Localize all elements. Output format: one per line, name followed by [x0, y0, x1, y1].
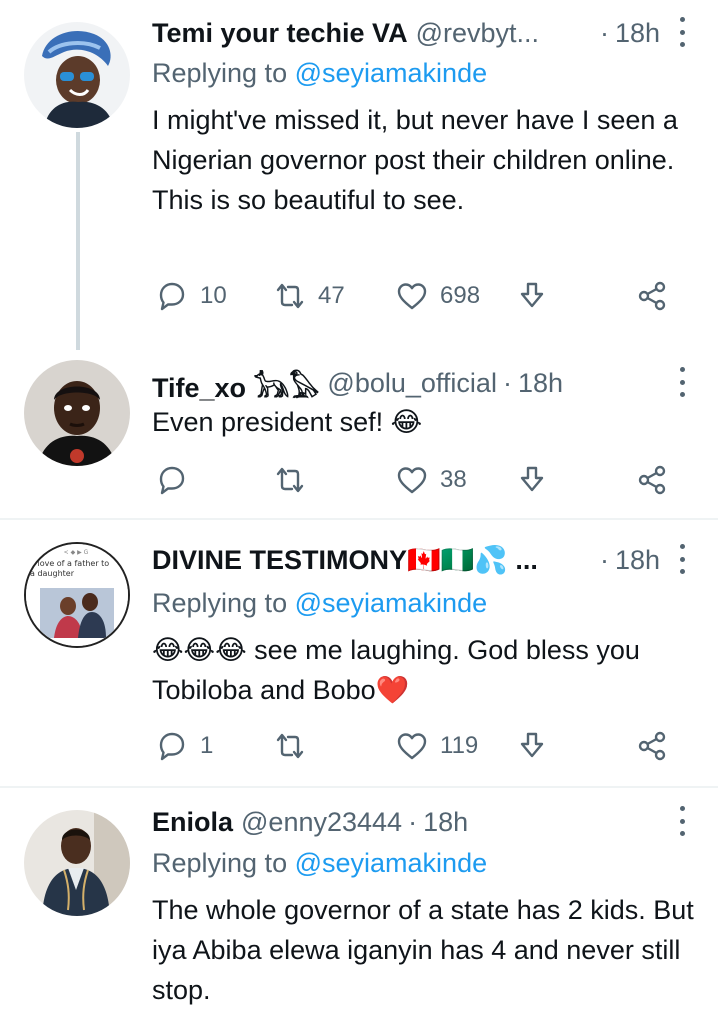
replying-label: Replying to [152, 588, 288, 618]
retweet-button[interactable]: 47 [274, 276, 345, 316]
user-handle[interactable]: @bolu_official [327, 368, 497, 399]
bookmark-icon [520, 282, 544, 308]
display-name[interactable]: Temi your techie VA [152, 18, 408, 49]
replying-label: Replying to [152, 58, 288, 88]
separator: · [408, 806, 418, 837]
avatar[interactable] [24, 360, 130, 466]
mention-link[interactable]: @seyiamakinde [295, 588, 488, 618]
thread-line [76, 132, 80, 350]
share-button[interactable] [636, 460, 668, 500]
more-icon[interactable] [676, 806, 688, 836]
separator: · [599, 544, 609, 575]
bookmark-icon [520, 466, 544, 492]
like-count: 38 [440, 466, 467, 493]
separator: · [599, 17, 609, 48]
action-bar: 38 [152, 460, 682, 500]
replying-to: Replying to @seyiamakinde [152, 58, 487, 89]
tweet-eniola[interactable]: Eniola @enny23444 · 18h Replying to @sey… [0, 788, 718, 1024]
reply-count: 1 [200, 732, 214, 759]
like-icon [397, 733, 427, 760]
tweet-text: I might've missed it, but never have I s… [152, 105, 678, 215]
like-icon [397, 467, 427, 494]
more-icon[interactable] [676, 367, 688, 397]
share-icon [638, 281, 666, 311]
avatar-caption-1: e love of a father to [30, 559, 109, 568]
avatar[interactable] [24, 810, 130, 916]
like-count: 119 [440, 732, 479, 759]
share-icon [638, 465, 666, 495]
avatar-caption-2: a daughter [30, 569, 75, 578]
reply-count: 10 [200, 282, 227, 309]
retweet-button[interactable] [274, 460, 318, 500]
display-name[interactable]: Tife_xo 𓃥𓅃 [152, 361, 319, 406]
mention-link[interactable]: @seyiamakinde [295, 58, 488, 88]
reply-button[interactable]: 10 [156, 276, 227, 316]
svg-text:< ◆ ▶ G: < ◆ ▶ G [64, 549, 89, 556]
reply-icon [159, 282, 185, 311]
tweet-divine[interactable]: < ◆ ▶ G e love of a father to a daughter… [0, 520, 718, 786]
avatar[interactable]: < ◆ ▶ G e love of a father to a daughter [24, 542, 130, 648]
timestamp[interactable]: 18h [615, 545, 660, 576]
separator: · [502, 367, 512, 398]
display-name[interactable]: Eniola [152, 807, 233, 838]
like-icon [397, 283, 427, 310]
like-count: 698 [440, 282, 481, 309]
more-icon[interactable] [676, 17, 688, 47]
timestamp[interactable]: 18h [518, 368, 563, 399]
retweet-icon [276, 283, 304, 309]
reply-button[interactable]: 1 [156, 726, 213, 766]
like-button[interactable]: 698 [396, 276, 480, 316]
tweet-text: 😂😂😂 see me laughing. God bless you Tobil… [152, 635, 640, 705]
more-icon[interactable] [676, 544, 688, 574]
display-name[interactable]: DIVINE TESTIMONY🇨🇦🇳🇬💦 ... [152, 544, 538, 576]
replying-to: Replying to @seyiamakinde [152, 588, 487, 619]
replying-to: Replying to @seyiamakinde [152, 848, 487, 879]
tweet-tife[interactable]: Tife_xo 𓃥𓅃 @bolu_official · 18h Even pre… [0, 350, 718, 518]
avatar[interactable] [24, 22, 130, 128]
user-handle[interactable]: @enny23444 [241, 807, 402, 838]
reply-button[interactable] [156, 460, 200, 500]
retweet-icon [276, 733, 304, 759]
bookmark-button[interactable] [516, 726, 548, 766]
tweet-text: The whole governor of a state has 2 kids… [152, 895, 694, 1005]
tweet-text: Even president sef! 😂 [152, 407, 423, 437]
retweet-icon [276, 467, 304, 493]
action-bar: 10 47 698 [152, 276, 682, 316]
replying-label: Replying to [152, 848, 288, 878]
reply-icon [159, 466, 185, 495]
mention-link[interactable]: @seyiamakinde [295, 848, 488, 878]
bookmark-button[interactable] [516, 276, 548, 316]
user-handle[interactable]: @revbyt... [416, 18, 539, 49]
action-bar: 1 119 [152, 726, 682, 766]
share-button[interactable] [636, 276, 668, 316]
timestamp[interactable]: 18h [423, 807, 468, 838]
reply-icon [159, 732, 185, 761]
bookmark-button[interactable] [516, 460, 548, 500]
share-icon [638, 731, 666, 761]
retweet-count: 47 [318, 282, 345, 309]
share-button[interactable] [636, 726, 668, 766]
tweet-temi[interactable]: Temi your techie VA @revbyt... · 18h Rep… [0, 0, 718, 350]
retweet-button[interactable] [274, 726, 318, 766]
timestamp[interactable]: 18h [615, 18, 660, 49]
like-button[interactable]: 119 [396, 726, 478, 766]
like-button[interactable]: 38 [396, 460, 467, 500]
bookmark-icon [520, 732, 544, 758]
